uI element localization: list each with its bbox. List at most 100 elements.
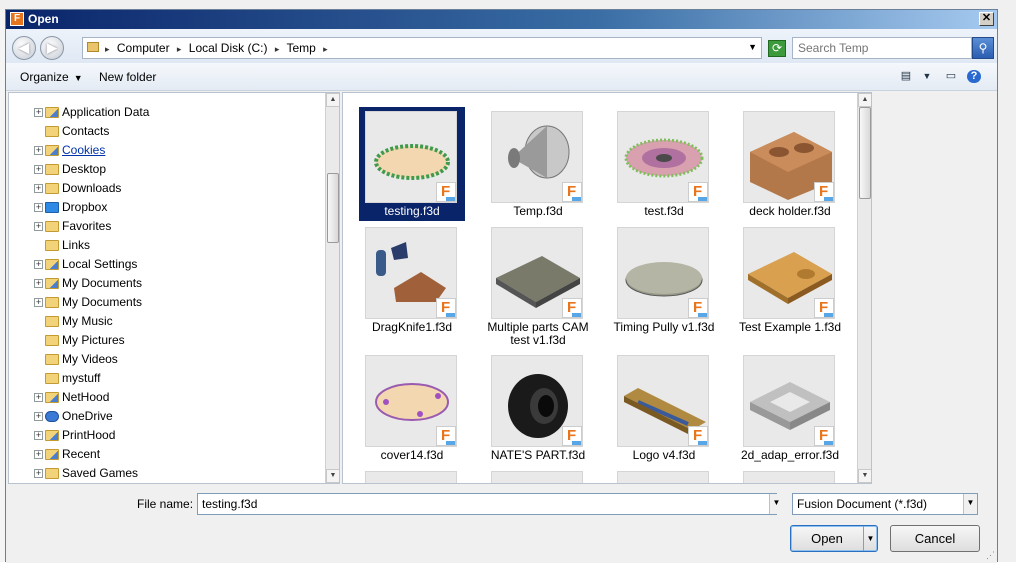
- scroll-thumb[interactable]: [327, 173, 339, 243]
- expand-icon[interactable]: +: [34, 165, 43, 174]
- tree-item[interactable]: Links: [9, 236, 325, 255]
- file-name-dropdown[interactable]: ▼: [769, 494, 783, 514]
- chevron-right-icon[interactable]: ▸: [275, 44, 280, 54]
- tree-item[interactable]: My Videos: [9, 350, 325, 369]
- refresh-button[interactable]: ⟳: [768, 40, 786, 57]
- tree-item-label: PrintHood: [62, 428, 116, 442]
- change-view-icon[interactable]: ▤: [899, 70, 913, 83]
- breadcrumb-computer[interactable]: Computer: [117, 41, 170, 55]
- fusion-file-icon: F: [814, 426, 834, 446]
- organize-button[interactable]: Organize ▼: [20, 70, 83, 84]
- file-item[interactable]: F Logo v4.f3d: [611, 351, 717, 465]
- scroll-thumb[interactable]: [859, 107, 871, 199]
- expand-icon[interactable]: +: [34, 222, 43, 231]
- search-input[interactable]: [792, 37, 972, 59]
- new-folder-button[interactable]: New folder: [99, 70, 156, 84]
- tree-item[interactable]: + Recent: [9, 445, 325, 464]
- file-name-label: cover14.f3d: [380, 448, 444, 462]
- chevron-right-icon[interactable]: ▸: [177, 44, 182, 54]
- scroll-up-arrow[interactable]: ▲: [858, 93, 871, 107]
- file-name-label: deck holder.f3d: [749, 204, 831, 218]
- tree-item[interactable]: + Favorites: [9, 217, 325, 236]
- tree-item[interactable]: + My Documents: [9, 293, 325, 312]
- file-item[interactable]: F Timing Pully v1.f3d: [611, 223, 717, 337]
- file-item-partial[interactable]: [485, 467, 591, 483]
- cancel-button[interactable]: Cancel: [890, 525, 980, 552]
- chevron-right-icon[interactable]: ▸: [323, 44, 328, 54]
- tree-item[interactable]: mystuff: [9, 369, 325, 388]
- file-name-input[interactable]: testing.f3d: [197, 493, 777, 515]
- expand-icon[interactable]: +: [34, 184, 43, 193]
- expand-icon[interactable]: +: [34, 469, 43, 478]
- tree-item[interactable]: + Downloads: [9, 179, 325, 198]
- tree-item-label: My Documents: [62, 276, 143, 290]
- open-button[interactable]: Open ▼: [790, 525, 878, 552]
- tree-item[interactable]: + Saved Games: [9, 464, 325, 483]
- tree-item[interactable]: + My Documents: [9, 274, 325, 293]
- file-item[interactable]: Fcover14.f3d: [359, 351, 465, 465]
- open-options-dropdown[interactable]: ▼: [863, 526, 877, 551]
- tree-item-label: NetHood: [62, 390, 110, 404]
- scroll-up-arrow[interactable]: ▲: [326, 93, 339, 107]
- view-options-dropdown[interactable]: ▼: [920, 70, 934, 83]
- expand-icon[interactable]: +: [34, 203, 43, 212]
- chevron-down-icon[interactable]: ▼: [963, 494, 977, 514]
- expand-icon[interactable]: +: [34, 108, 43, 117]
- address-field[interactable]: ▸ Computer ▸ Local Disk (C:) ▸ Temp ▸ ▼: [82, 37, 762, 59]
- file-item-partial[interactable]: [611, 467, 717, 483]
- folder-icon: [87, 42, 99, 52]
- expand-icon[interactable]: +: [34, 450, 43, 459]
- file-scrollbar[interactable]: ▲ ▼: [857, 93, 871, 483]
- close-button[interactable]: ✕: [979, 12, 994, 26]
- tree-item[interactable]: + NetHood: [9, 388, 325, 407]
- tree-item-label: Saved Games: [62, 466, 139, 480]
- resize-grip[interactable]: ⋰: [986, 550, 995, 561]
- tree-item-label: Local Settings: [62, 257, 138, 271]
- tree-item[interactable]: + PrintHood: [9, 426, 325, 445]
- chevron-right-icon[interactable]: ▸: [105, 44, 110, 54]
- breadcrumb-temp[interactable]: Temp: [286, 41, 315, 55]
- tree-item[interactable]: My Music: [9, 312, 325, 331]
- expand-icon[interactable]: +: [34, 393, 43, 402]
- file-item[interactable]: Ftest.f3d: [611, 107, 717, 221]
- file-item[interactable]: Fdeck holder.f3d: [737, 107, 843, 221]
- tree-item[interactable]: Contacts: [9, 122, 325, 141]
- file-thumbnail: [491, 471, 583, 483]
- tree-item[interactable]: + Desktop: [9, 160, 325, 179]
- file-name-label: Logo v4.f3d: [632, 448, 696, 462]
- tree-item[interactable]: + OneDrive: [9, 407, 325, 426]
- file-item[interactable]: F Test Example 1.f3d: [737, 223, 843, 337]
- scroll-down-arrow[interactable]: ▼: [858, 469, 871, 483]
- expand-icon[interactable]: +: [34, 431, 43, 440]
- nav-scrollbar[interactable]: ▲ ▼: [325, 93, 339, 483]
- expand-icon[interactable]: +: [34, 412, 43, 421]
- file-item[interactable]: F Temp.f3d: [485, 107, 591, 221]
- search-icon[interactable]: ⚲: [972, 37, 994, 59]
- back-button[interactable]: ◀: [12, 36, 36, 60]
- tree-item[interactable]: + Dropbox: [9, 198, 325, 217]
- file-item-partial[interactable]: [737, 467, 843, 483]
- tree-item[interactable]: + Cookies: [9, 141, 325, 160]
- scroll-down-arrow[interactable]: ▼: [326, 469, 339, 483]
- file-item[interactable]: F DragKnife1.f3d: [359, 223, 465, 337]
- forward-button[interactable]: ▶: [40, 36, 64, 60]
- tree-item[interactable]: + Local Settings: [9, 255, 325, 274]
- address-history-dropdown[interactable]: ▼: [748, 42, 757, 52]
- file-name-label: NATE'S PART.f3d: [490, 448, 586, 462]
- expand-icon[interactable]: +: [34, 279, 43, 288]
- expand-icon[interactable]: +: [34, 298, 43, 307]
- file-item[interactable]: F Multiple parts CAM test v1.f3d: [485, 223, 591, 347]
- folder-icon: [45, 373, 59, 384]
- tree-item[interactable]: + Application Data: [9, 103, 325, 122]
- file-item-partial[interactable]: [359, 467, 465, 483]
- help-icon[interactable]: ?: [967, 70, 981, 83]
- file-item[interactable]: F 2d_adap_error.f3d: [737, 351, 843, 465]
- file-item[interactable]: Ftesting.f3d: [359, 107, 465, 221]
- file-type-select[interactable]: Fusion Document (*.f3d) ▼: [792, 493, 978, 515]
- tree-item[interactable]: My Pictures: [9, 331, 325, 350]
- expand-icon[interactable]: +: [34, 260, 43, 269]
- expand-icon[interactable]: +: [34, 146, 43, 155]
- breadcrumb-local-disk[interactable]: Local Disk (C:): [189, 41, 268, 55]
- preview-pane-icon[interactable]: ▭: [944, 70, 958, 83]
- file-item[interactable]: F NATE'S PART.f3d: [485, 351, 591, 465]
